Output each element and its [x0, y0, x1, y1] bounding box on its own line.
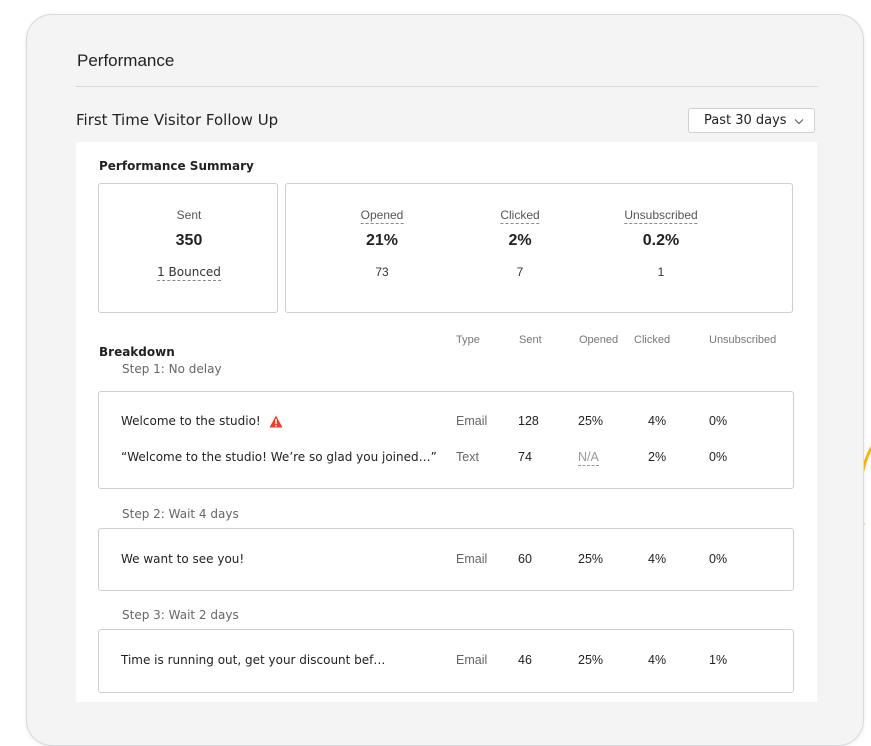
row-clicked: 4%: [648, 552, 667, 566]
opened-value: 21%: [365, 232, 399, 249]
unsubscribed-value: 0.2%: [642, 232, 680, 249]
row-type: Email: [456, 552, 488, 566]
column-header-type: Type: [456, 334, 480, 346]
message-name: Time is running out, get your discount b…: [121, 653, 386, 667]
engagement-summary-box: Opened 21% 73 Clicked 2% 7 Unsubscribed …: [285, 183, 793, 313]
row-clicked: 4%: [648, 414, 667, 428]
page-title: Performance: [77, 51, 175, 70]
sent-value: 350: [175, 232, 203, 249]
step-label: Step 1: No delay: [122, 362, 222, 376]
row-sent: 46: [518, 653, 532, 667]
opened-count: 73: [375, 265, 389, 279]
row-unsubscribed: 0%: [709, 450, 728, 464]
unsubscribed-label[interactable]: Unsubscribed: [624, 208, 698, 224]
date-range-select[interactable]: Past 30 days: [688, 108, 815, 133]
table-row[interactable]: Welcome to the studio! Email 128 25% 4% …: [99, 414, 793, 432]
clicked-label[interactable]: Clicked: [500, 208, 540, 224]
column-header-clicked: Clicked: [634, 334, 671, 346]
title-divider: [76, 86, 818, 87]
row-type: Email: [456, 414, 488, 428]
campaign-name: First Time Visitor Follow Up: [76, 111, 279, 129]
performance-card: Performance First Time Visitor Follow Up…: [26, 14, 864, 746]
summary-heading: Performance Summary: [99, 159, 254, 173]
step-box: Welcome to the studio! Email 128 25% 4% …: [98, 391, 794, 489]
row-opened: 25%: [578, 414, 604, 428]
message-name: “Welcome to the studio! We’re so glad yo…: [121, 450, 437, 464]
row-clicked: 2%: [648, 450, 667, 464]
row-type: Text: [456, 450, 479, 464]
breakdown-heading: Breakdown: [99, 345, 175, 359]
sent-label: Sent: [176, 208, 202, 222]
date-range-value: Past 30 days: [704, 113, 787, 128]
column-header-sent: Sent: [519, 334, 542, 346]
row-unsubscribed: 1%: [709, 653, 728, 667]
table-row[interactable]: “Welcome to the studio! We’re so glad yo…: [99, 450, 793, 468]
row-sent: 74: [518, 450, 532, 464]
row-opened[interactable]: N/A: [578, 450, 599, 466]
row-sent: 60: [518, 552, 532, 566]
clicked-value: 2%: [508, 232, 532, 249]
warning-triangle-icon[interactable]: [269, 415, 283, 428]
table-row[interactable]: We want to see you! Email 60 25% 4% 0%: [99, 552, 793, 570]
step-box: Time is running out, get your discount b…: [98, 629, 794, 693]
column-header-opened: Opened: [579, 334, 619, 346]
row-unsubscribed: 0%: [709, 552, 728, 566]
step-box: We want to see you! Email 60 25% 4% 0%: [98, 528, 794, 591]
row-type: Email: [456, 653, 488, 667]
message-name: We want to see you!: [121, 552, 245, 566]
sent-summary-box: Sent 350 1 Bounced: [98, 183, 278, 313]
bounced-link[interactable]: 1 Bounced: [157, 265, 221, 281]
message-name: Welcome to the studio!: [121, 414, 261, 428]
row-clicked: 4%: [648, 653, 667, 667]
table-row[interactable]: Time is running out, get your discount b…: [99, 653, 793, 671]
row-sent: 128: [518, 414, 539, 428]
chevron-down-icon: [794, 119, 804, 125]
step-label: Step 2: Wait 4 days: [122, 507, 239, 521]
step-label: Step 3: Wait 2 days: [122, 608, 239, 622]
unsubscribed-count: 1: [657, 265, 665, 279]
opened-label[interactable]: Opened: [360, 208, 404, 224]
performance-panel: Performance Summary Sent 350 1 Bounced O…: [76, 142, 817, 702]
column-header-unsubscribed: Unsubscribed: [709, 334, 777, 346]
row-unsubscribed: 0%: [709, 414, 728, 428]
row-opened: 25%: [578, 552, 604, 566]
clicked-count: 7: [516, 265, 524, 279]
row-opened: 25%: [578, 653, 604, 667]
